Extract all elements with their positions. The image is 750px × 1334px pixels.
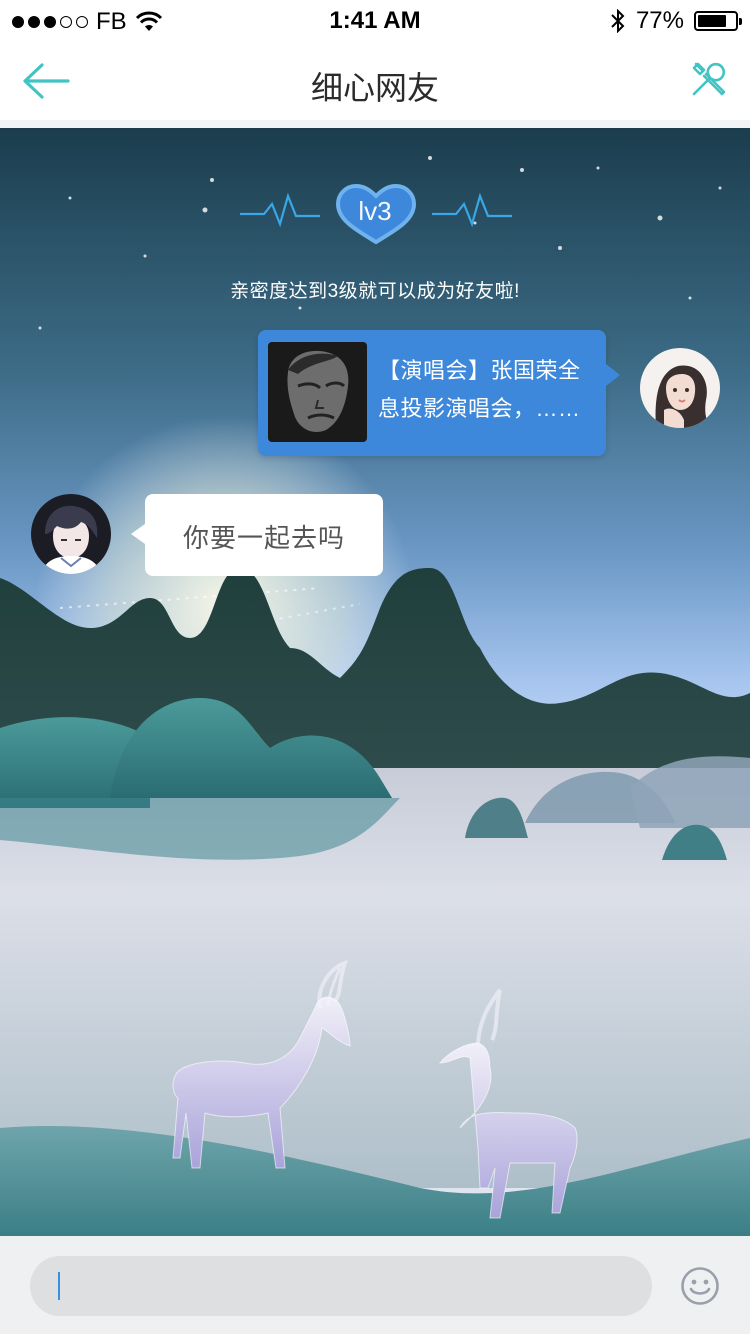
level-label: lv3 bbox=[358, 196, 392, 226]
my-avatar[interactable] bbox=[640, 348, 720, 428]
status-bar: FB 1:41 AM 77% bbox=[0, 0, 750, 40]
nav-bar: 细心网友 bbox=[0, 40, 750, 120]
friend-avatar[interactable] bbox=[31, 494, 111, 574]
message-input-bar bbox=[0, 1236, 750, 1334]
share-thumbnail bbox=[268, 342, 367, 442]
shared-link-bubble[interactable]: 【演唱会】张国荣全息投影演唱会，…… bbox=[258, 330, 620, 456]
status-right: 77% bbox=[610, 7, 742, 35]
page-title: 细心网友 bbox=[310, 70, 439, 106]
message-input[interactable] bbox=[30, 1256, 652, 1316]
incoming-message-text: 你要一起去吗 bbox=[182, 523, 345, 553]
battery-icon bbox=[694, 11, 742, 31]
intimacy-hint: 亲密度达到3级就可以成为好友啦! bbox=[230, 281, 520, 302]
tools-icon[interactable] bbox=[688, 58, 730, 100]
battery-percent: 77% bbox=[635, 7, 684, 34]
emoji-icon[interactable] bbox=[680, 1266, 720, 1306]
incoming-message-bubble[interactable]: 你要一起去吗 bbox=[131, 494, 383, 576]
text-cursor bbox=[58, 1272, 60, 1300]
bluetooth-icon bbox=[611, 9, 625, 33]
share-text: 【演唱会】张国荣全息投影演唱会，…… bbox=[378, 358, 581, 421]
nav-divider bbox=[0, 120, 750, 128]
chat-background: lv3 亲密度达到3级就可以成为好友啦! 【演唱会】张国荣全息投影演唱会，…… … bbox=[0, 128, 750, 1236]
